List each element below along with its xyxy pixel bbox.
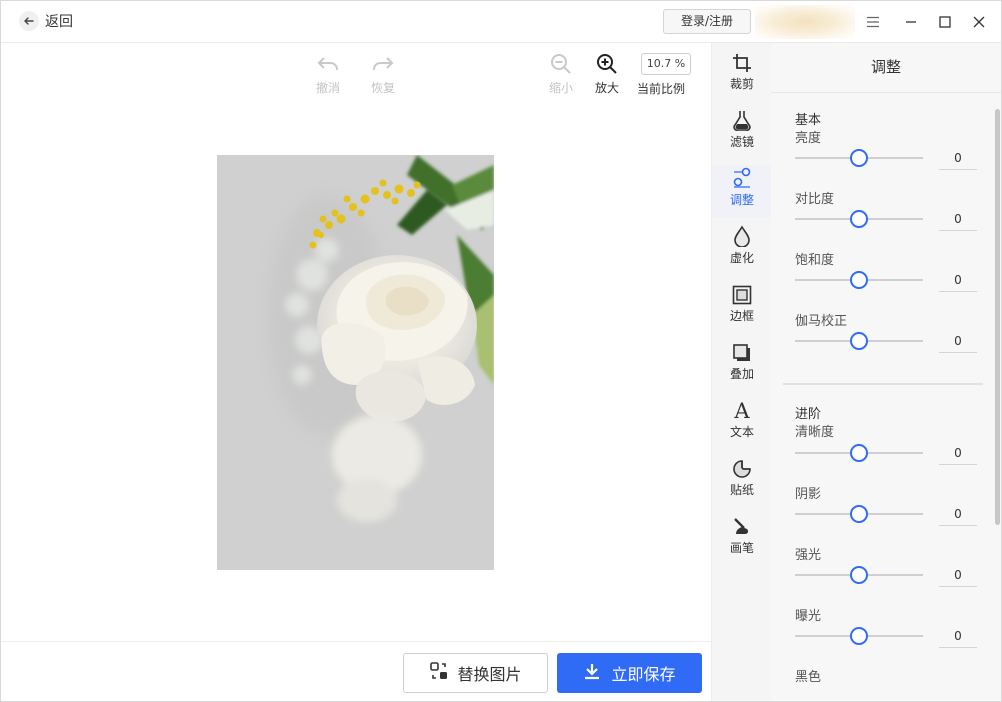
user-avatar[interactable] xyxy=(755,5,855,39)
contrast-value[interactable]: 0 xyxy=(939,212,977,231)
rail-item-frame[interactable]: 边框 xyxy=(712,281,772,333)
brightness-label: 亮度 xyxy=(795,131,822,146)
adjust-panel: 调整 基本 亮度 0 对比度 0 饱和度 0 伽马校正 0 进阶 清晰度 0 阴… xyxy=(771,43,1001,701)
shadow-slider-handle[interactable] xyxy=(850,505,868,523)
advanced-section-title: 进阶 xyxy=(795,407,822,422)
overlay-icon xyxy=(712,339,772,363)
gamma-label: 伽马校正 xyxy=(795,314,848,329)
brush-icon xyxy=(712,513,772,537)
undo-button[interactable]: 撤消 xyxy=(303,53,353,96)
text-icon: A xyxy=(712,397,772,421)
gamma-slider-handle[interactable] xyxy=(850,332,868,350)
title-bar: 返回 登录/注册 xyxy=(1,1,1001,43)
clarity-slider-handle[interactable] xyxy=(850,444,868,462)
shadow-label: 阴影 xyxy=(795,487,822,502)
rail-label: 调整 xyxy=(729,193,754,207)
rail-item-text[interactable]: A 文本 xyxy=(712,397,772,449)
rail-label: 边框 xyxy=(729,309,754,323)
zoom-out-button[interactable]: 缩小 xyxy=(536,53,586,96)
replace-icon xyxy=(429,661,449,685)
minimize-icon[interactable] xyxy=(901,12,921,32)
rail-item-overlay[interactable]: 叠加 xyxy=(712,339,772,391)
saturation-label: 饱和度 xyxy=(795,253,835,268)
save-now-button[interactable]: 立即保存 xyxy=(557,653,702,693)
highlight-value[interactable]: 0 xyxy=(939,568,977,587)
zoom-out-icon xyxy=(536,53,586,75)
highlight-label: 强光 xyxy=(795,548,822,563)
undo-label: 撤消 xyxy=(315,81,340,95)
editor-canvas: 撤消 恢复 缩小 放大 10.7 % 当前比例 替换图片 立即保存 xyxy=(1,43,711,701)
panel-scrollbar[interactable] xyxy=(995,109,1000,525)
rail-label: 叠加 xyxy=(729,367,754,381)
rail-label: 贴纸 xyxy=(729,483,754,497)
highlight-slider-handle[interactable] xyxy=(850,566,868,584)
section-divider xyxy=(783,383,983,385)
close-icon[interactable] xyxy=(969,12,989,32)
clarity-label: 清晰度 xyxy=(795,425,835,440)
saturation-slider-handle[interactable] xyxy=(850,271,868,289)
rail-label: 文本 xyxy=(729,425,754,439)
exposure-value[interactable]: 0 xyxy=(939,629,977,648)
back-label: 返回 xyxy=(45,14,73,30)
download-icon xyxy=(583,662,601,684)
rail-item-sticker[interactable]: 贴纸 xyxy=(712,455,772,507)
adjust-icon xyxy=(712,165,772,189)
rail-item-blur[interactable]: 虚化 xyxy=(712,223,772,275)
zoom-out-label: 缩小 xyxy=(548,81,573,95)
replace-image-button[interactable]: 替换图片 xyxy=(403,653,548,693)
redo-label: 恢复 xyxy=(370,81,395,95)
login-register-button[interactable]: 登录/注册 xyxy=(663,9,751,34)
zoom-in-label: 放大 xyxy=(594,81,619,95)
rail-item-adjust[interactable]: 调整 xyxy=(712,165,772,217)
maximize-icon[interactable] xyxy=(935,12,955,32)
rail-label: 裁剪 xyxy=(729,77,754,91)
zoom-in-icon xyxy=(582,53,632,75)
rail-label: 虚化 xyxy=(729,251,754,265)
contrast-slider-handle[interactable] xyxy=(850,210,868,228)
edited-photo[interactable] xyxy=(217,155,494,570)
gamma-value[interactable]: 0 xyxy=(939,334,977,353)
save-label: 立即保存 xyxy=(611,665,676,684)
undo-icon xyxy=(303,53,353,75)
bottom-action-bar: 替换图片 立即保存 xyxy=(1,641,711,701)
redo-icon xyxy=(358,53,408,75)
zoom-percentage-field[interactable]: 10.7 % xyxy=(641,53,691,75)
sticker-icon xyxy=(712,455,772,479)
rail-label: 画笔 xyxy=(729,541,754,555)
menu-icon[interactable] xyxy=(863,12,883,32)
tool-rail: 裁剪 滤镜 调整 虚化 边框 叠加 A 文本 贴纸 画笔 xyxy=(711,43,772,701)
drop-icon xyxy=(712,223,772,247)
redo-button[interactable]: 恢复 xyxy=(358,53,408,96)
zoom-in-button[interactable]: 放大 xyxy=(582,53,632,96)
exposure-slider-handle[interactable] xyxy=(850,627,868,645)
arrow-left-icon xyxy=(19,11,39,31)
rail-item-filter[interactable]: 滤镜 xyxy=(712,107,772,159)
clarity-value[interactable]: 0 xyxy=(939,446,977,465)
rail-item-brush[interactable]: 画笔 xyxy=(712,513,772,565)
zoom-caption: 当前比例 xyxy=(637,82,686,96)
crop-icon xyxy=(712,49,772,73)
basic-section-title: 基本 xyxy=(795,113,822,128)
saturation-value[interactable]: 0 xyxy=(939,273,977,292)
contrast-label: 对比度 xyxy=(795,192,835,207)
exposure-label: 曝光 xyxy=(795,609,822,624)
replace-label: 替换图片 xyxy=(457,665,522,684)
svg-text:A: A xyxy=(733,399,750,421)
rail-label: 滤镜 xyxy=(729,135,754,149)
panel-title: 调整 xyxy=(771,43,1001,93)
shadow-value[interactable]: 0 xyxy=(939,507,977,526)
back-button[interactable]: 返回 xyxy=(19,11,73,31)
rail-item-crop[interactable]: 裁剪 xyxy=(712,49,772,101)
brightness-slider-handle[interactable] xyxy=(850,149,868,167)
blacks-label: 黑色 xyxy=(795,670,822,685)
flask-icon xyxy=(712,107,772,131)
brightness-value[interactable]: 0 xyxy=(939,151,977,170)
frame-icon xyxy=(712,281,772,305)
flower-image xyxy=(217,155,494,570)
